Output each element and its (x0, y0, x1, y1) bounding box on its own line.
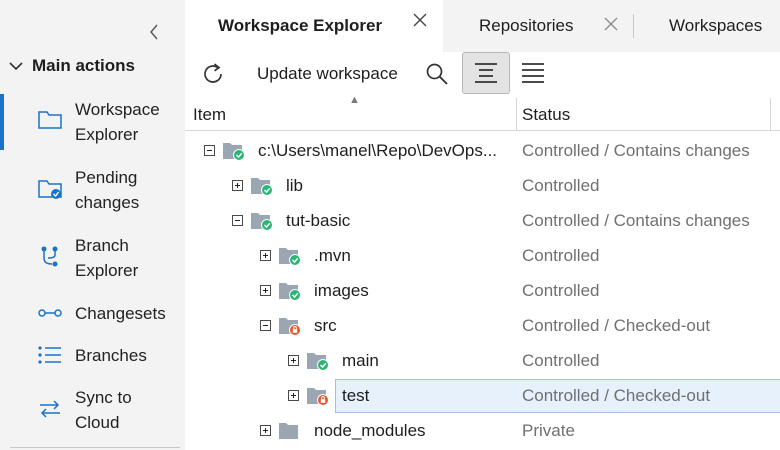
tab-bar: Workspace Explorer Repositories Workspac… (185, 0, 780, 52)
sidebar: Main actions Workspace Explorer Pending ch… (0, 0, 185, 450)
tab-label: Workspaces (669, 16, 763, 35)
tree-item-name: src (314, 316, 337, 335)
expand-icon[interactable] (260, 425, 271, 436)
tree-item-status: Controlled (522, 176, 600, 195)
tree-item-name: tut-basic (286, 211, 351, 230)
toolbar: Update workspace (185, 52, 780, 96)
controlled-folder-icon (278, 280, 302, 302)
tab-label: Repositories (479, 16, 574, 35)
tree-item-name: .mvn (314, 246, 351, 265)
tree-row[interactable]: .mvn Controlled (185, 239, 780, 274)
active-indicator (0, 94, 4, 150)
expand-icon[interactable] (260, 250, 271, 261)
column-header-status[interactable]: Status (522, 105, 570, 125)
close-icon[interactable] (412, 12, 428, 33)
tree-row[interactable]: src Controlled / Checked-out (185, 309, 780, 344)
list-view-button[interactable] (517, 56, 549, 90)
tree-item-status: Private (522, 421, 575, 440)
sidebar-item-label: Changesets (75, 304, 166, 323)
controlled-folder-icon (250, 210, 274, 232)
expand-icon[interactable] (232, 180, 243, 191)
tree-item-name: main (342, 351, 379, 370)
folder-icon (36, 105, 64, 133)
tree-view-button[interactable] (462, 52, 510, 94)
divider (10, 447, 180, 448)
sidebar-item-label: Pending changes (75, 168, 140, 212)
tree-row[interactable]: node_modules Private (185, 414, 780, 449)
expand-icon[interactable] (260, 285, 271, 296)
tree-item-status: Controlled (522, 246, 600, 265)
tree-item-name: lib (286, 176, 304, 195)
tree-item-name: images (314, 281, 369, 300)
update-workspace-button[interactable]: Update workspace (257, 64, 398, 84)
tree-item-status: Controlled / Checked-out (522, 316, 711, 335)
tree-view-icon (475, 63, 497, 83)
main-actions-header[interactable]: Main actions (8, 56, 135, 76)
pending-changes-icon (36, 175, 64, 203)
section-title: Main actions (32, 56, 135, 75)
changesets-icon (36, 299, 64, 327)
tab-label: Workspace Explorer (218, 16, 383, 35)
search-icon (426, 63, 448, 85)
tree-item-status: Controlled / Contains changes (522, 141, 750, 160)
close-icon[interactable] (603, 16, 619, 37)
checked-out-folder-icon (278, 315, 302, 337)
list-view-icon (522, 63, 544, 83)
sidebar-item-label: Sync to Cloud (75, 388, 132, 432)
tree-item-name: c:\Users\manel\Repo\DevOps... (258, 141, 498, 160)
collapse-icon[interactable] (260, 320, 271, 331)
tree-item-status: Controlled (522, 351, 600, 370)
tree-row[interactable]: test Controlled / Checked-out (185, 379, 780, 414)
controlled-folder-icon (306, 350, 330, 372)
controlled-folder-icon (222, 140, 246, 162)
tab-workspace-explorer[interactable]: Workspace Explorer (185, 0, 443, 52)
search-button[interactable] (421, 58, 453, 90)
column-header: ▲ Item Status (185, 94, 780, 131)
controlled-folder-icon (250, 175, 274, 197)
collapse-sidebar-icon[interactable] (146, 20, 162, 44)
sort-ascending-icon: ▲ (349, 94, 360, 106)
tree-row[interactable]: lib Controlled (185, 169, 780, 204)
refresh-button[interactable] (197, 58, 229, 90)
expand-icon[interactable] (288, 390, 299, 401)
column-divider[interactable] (516, 98, 517, 130)
branches-icon (36, 341, 64, 369)
tree-row[interactable]: c:\Users\manel\Repo\DevOps... Controlled … (185, 134, 780, 169)
tree-item-status: Controlled / Checked-out (522, 386, 711, 405)
sidebar-item-label: Branches (75, 346, 147, 365)
sidebar-item-label: Branch Explorer (75, 236, 139, 280)
branch-explorer-icon (36, 243, 64, 271)
sync-icon (36, 395, 64, 423)
refresh-icon (204, 63, 222, 83)
checked-out-folder-icon (306, 385, 330, 407)
tree-item-name: node_modules (314, 421, 426, 440)
private-folder-icon (278, 420, 302, 442)
tree-row[interactable]: main Controlled (185, 344, 780, 379)
tree-item-name: test (342, 386, 370, 405)
tree-item-status: Controlled (522, 281, 600, 300)
expand-icon[interactable] (288, 355, 299, 366)
collapse-icon[interactable] (232, 215, 243, 226)
tree-row[interactable]: images Controlled (185, 274, 780, 309)
sidebar-item-label: Workspace Explorer (75, 100, 160, 144)
chevron-down-icon (8, 59, 24, 74)
controlled-folder-icon (278, 245, 302, 267)
column-header-item[interactable]: Item (193, 105, 226, 125)
tree-item-status: Controlled / Contains changes (522, 211, 750, 230)
tab-repositories[interactable]: Repositories (443, 0, 633, 52)
collapse-icon[interactable] (204, 145, 215, 156)
column-divider[interactable] (770, 98, 771, 130)
tab-workspaces[interactable]: Workspaces (634, 0, 780, 52)
tree-row[interactable]: tut-basic Controlled / Contains changes (185, 204, 780, 239)
